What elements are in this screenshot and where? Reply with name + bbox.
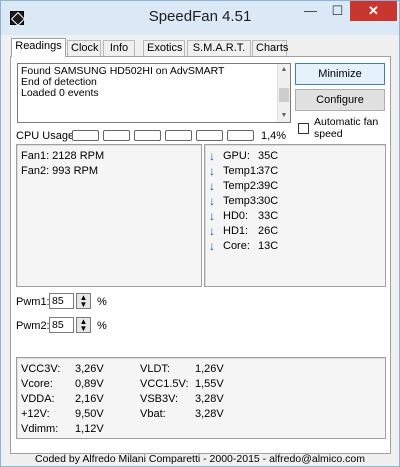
cpu-usage-segment: [134, 130, 161, 141]
readings-panel: Found SAMSUNG HD502HI on AdvSMART End of…: [10, 56, 391, 454]
temp-down-arrow-icon: ↓: [209, 179, 215, 193]
tab-info[interactable]: Info: [103, 40, 135, 56]
temp-value: 39C: [258, 180, 279, 192]
voltage-value: 2,16V: [75, 393, 104, 405]
voltage-value: 1,55V: [195, 378, 224, 390]
tab-smart[interactable]: S.M.A.R.T.: [187, 40, 251, 56]
temp-label: HD1:: [223, 225, 249, 237]
temp-value: 13C: [258, 240, 279, 252]
configure-button[interactable]: Configure: [295, 89, 385, 111]
voltage-value: 3,28V: [195, 408, 224, 420]
title-bar[interactable]: SpeedFan 4.51 — ☐ ✕: [1, 1, 399, 35]
voltage-label: +12V:: [21, 408, 50, 420]
voltage-label: VLDT:: [140, 363, 170, 375]
voltage-label: Vcore:: [21, 378, 53, 390]
voltage-label: VCC1.5V:: [140, 378, 189, 390]
pwm2-label: Pwm2:: [16, 320, 50, 332]
fan-reading: Fan1: 2128 RPM: [21, 150, 105, 162]
fan-reading: Fan2: 993 RPM: [21, 165, 99, 177]
scroll-thumb[interactable]: [279, 88, 289, 102]
pwm1-input[interactable]: 85: [49, 293, 74, 309]
tab-clock[interactable]: Clock: [67, 40, 101, 56]
automatic-fan-speed-label: Automatic fan: [314, 116, 379, 128]
cpu-usage-segment: [72, 130, 99, 141]
temp-down-arrow-icon: ↓: [209, 149, 215, 163]
temp-label: GPU:: [223, 150, 250, 162]
minimize-window-button[interactable]: —: [297, 1, 324, 21]
cpu-usage-label: CPU Usage: [16, 130, 75, 142]
voltage-label: Vdimm:: [21, 423, 59, 435]
temp-down-arrow-icon: ↓: [209, 164, 215, 178]
pwm2-input[interactable]: 85: [49, 317, 74, 333]
speedfan-window: SpeedFan 4.51 — ☐ ✕ Readings Clock Info …: [0, 0, 400, 467]
pwm2-unit: %: [97, 320, 107, 332]
voltage-value: 1,12V: [75, 423, 104, 435]
pwm1-unit: %: [97, 296, 107, 308]
cpu-usage-segment: [227, 130, 254, 141]
cpu-usage-segment: [165, 130, 192, 141]
voltage-label: VDDA:: [21, 393, 55, 405]
temp-label: HD0:: [223, 210, 249, 222]
pwm1-label: Pwm1:: [16, 296, 50, 308]
voltage-label: VSB3V:: [140, 393, 179, 405]
temp-value: 35C: [258, 150, 279, 162]
temp-label: Temp1:: [223, 165, 260, 177]
minimize-button[interactable]: Minimize: [295, 63, 385, 85]
scroll-down-arrow-icon[interactable]: ▼: [278, 110, 290, 122]
temp-value: 33C: [258, 210, 279, 222]
cpu-usage-percent: 1,4%: [261, 130, 287, 142]
temp-label: Core:: [223, 240, 250, 252]
temp-label: Temp3:: [223, 195, 260, 207]
temperatures-box: ↓ GPU: 35C ↓ Temp1: 37C ↓ Temp2: 39C ↓ T…: [204, 144, 386, 287]
voltages-box: VCC3V: 3,26V Vcore: 0,89V VDDA: 2,16V +1…: [16, 357, 386, 439]
voltage-value: 9,50V: [75, 408, 104, 420]
voltage-value: 3,26V: [75, 363, 104, 375]
log-scrollbar[interactable]: ▲ ▼: [277, 64, 290, 122]
event-log[interactable]: Found SAMSUNG HD502HI on AdvSMART End of…: [17, 63, 291, 123]
temp-down-arrow-icon: ↓: [209, 224, 215, 238]
maximize-window-button[interactable]: ☐: [324, 1, 351, 21]
temp-value: 30C: [258, 195, 279, 207]
automatic-fan-speed-checkbox[interactable]: [298, 123, 309, 134]
temp-down-arrow-icon: ↓: [209, 239, 215, 253]
temp-down-arrow-icon: ↓: [209, 209, 215, 223]
log-line: Loaded 0 events: [21, 87, 99, 99]
voltage-value: 3,28V: [195, 393, 224, 405]
temp-value: 26C: [258, 225, 279, 237]
temp-value: 37C: [258, 165, 279, 177]
cpu-usage-segment: [196, 130, 223, 141]
tab-exotics[interactable]: Exotics: [143, 40, 185, 56]
voltage-label: VCC3V:: [21, 363, 61, 375]
fan-speeds-box: Fan1: 2128 RPM Fan2: 993 RPM: [16, 144, 202, 287]
voltage-value: 0,89V: [75, 378, 104, 390]
pwm1-spin-button[interactable]: ▲ ▼: [76, 293, 91, 309]
status-bar-credits: Coded by Alfredo Milani Comparetti - 200…: [35, 453, 365, 465]
automatic-fan-speed-label-line2: speed: [314, 128, 343, 140]
voltage-value: 1,26V: [195, 363, 224, 375]
cpu-usage-segment: [103, 130, 130, 141]
tab-readings[interactable]: Readings: [11, 38, 66, 57]
pwm2-spin-button[interactable]: ▲ ▼: [76, 317, 91, 333]
tab-charts[interactable]: Charts: [252, 40, 288, 56]
temp-label: Temp2:: [223, 180, 260, 192]
temp-down-arrow-icon: ↓: [209, 194, 215, 208]
close-window-button[interactable]: ✕: [350, 1, 397, 21]
scroll-up-arrow-icon[interactable]: ▲: [278, 64, 290, 76]
voltage-label: Vbat:: [140, 408, 166, 420]
